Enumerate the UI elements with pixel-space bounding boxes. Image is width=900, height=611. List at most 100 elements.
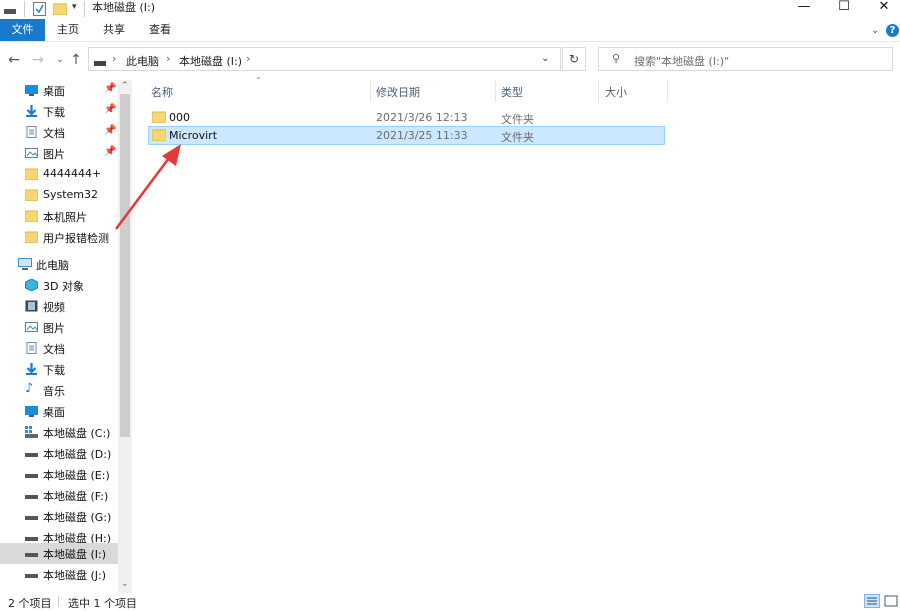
sidebar-item-label: 音乐 (43, 385, 65, 398)
drive-icon[interactable] (4, 4, 16, 14)
column-divider[interactable] (598, 80, 599, 102)
download-icon (25, 363, 38, 375)
desktop-icon (25, 405, 38, 417)
folder-icon (24, 189, 39, 202)
folder-icon (24, 168, 39, 181)
sidebar-item-label: 用户报错检测 (43, 232, 109, 245)
drive-icon (25, 468, 38, 480)
pin-icon[interactable]: 📌 (104, 83, 116, 94)
folder-icon (151, 111, 167, 124)
breadcrumb-drive-i[interactable]: 本地磁盘 (I:) (179, 53, 242, 69)
quick-access-dropdown-icon[interactable]: ▾ (72, 2, 77, 12)
music-icon: ♪ (25, 381, 34, 396)
sidebar-item-label: 下载 (43, 364, 65, 377)
close-button[interactable]: ✕ (864, 0, 900, 19)
column-divider[interactable] (667, 80, 668, 102)
sidebar-item-pictures[interactable]: 图片 📌 (0, 143, 118, 164)
divider (84, 1, 85, 17)
tab-share[interactable]: 共享 (93, 19, 135, 41)
sidebar-item-drive-d[interactable]: 本地磁盘 (D:) (0, 443, 118, 464)
sidebar-item-3d-objects[interactable]: 3D 对象 (0, 275, 118, 296)
drive-icon (25, 531, 38, 543)
scroll-up-icon[interactable]: ⌃ (121, 81, 129, 91)
document-icon (25, 342, 38, 354)
sidebar-item-this-pc[interactable]: 此电脑 (0, 254, 118, 275)
new-folder-icon[interactable] (52, 2, 68, 16)
sidebar-item-label: 文档 (43, 343, 65, 356)
sidebar-item-label: 本地磁盘 (I:) (43, 548, 107, 561)
annotation-arrow (114, 144, 181, 230)
address-bar[interactable]: › 此电脑 › 本地磁盘 (I:) › ⌄ (88, 47, 561, 71)
address-dropdown-icon[interactable]: ⌄ (541, 53, 549, 64)
sidebar-item-label: 此电脑 (36, 259, 69, 272)
sidebar-item-drive-j[interactable]: 本地磁盘 (J:) (0, 564, 118, 585)
sidebar-item-label: System32 (43, 188, 99, 201)
sidebar-item-label: 3D 对象 (43, 280, 84, 293)
sidebar-item-pictures-pc[interactable]: 图片 (0, 317, 118, 338)
large-icons-view-icon[interactable] (883, 594, 899, 608)
sidebar-item-label: 桌面 (43, 85, 65, 98)
pin-icon[interactable]: 📌 (104, 125, 116, 136)
forward-arrow-icon[interactable]: → (30, 52, 46, 68)
maximize-button[interactable]: ☐ (824, 0, 864, 19)
file-list (136, 80, 900, 593)
sidebar-item-label: 桌面 (43, 406, 65, 419)
help-icon[interactable]: ? (886, 24, 899, 37)
sidebar-item-documents-pc[interactable]: 文档 (0, 338, 118, 359)
sidebar-item-label: 文档 (43, 127, 65, 140)
video-icon (25, 300, 38, 312)
desktop-icon (25, 84, 38, 96)
sidebar-item-downloads[interactable]: 下载 📌 (0, 101, 118, 122)
back-arrow-icon[interactable]: ← (6, 52, 22, 68)
sidebar-item-drive-g[interactable]: 本地磁盘 (G:) (0, 506, 118, 527)
details-view-icon[interactable] (864, 594, 880, 608)
sidebar-item-label: 本地磁盘 (C:) (43, 427, 111, 440)
sidebar-item-drive-i[interactable]: 本地磁盘 (I:) (0, 543, 118, 564)
picture-icon (25, 321, 38, 333)
sidebar-item-error-check[interactable]: 用户报错检测 (0, 227, 118, 248)
file-row-000[interactable]: 000 2021/3/26 12:13 文件夹 (148, 108, 665, 127)
ribbon-expand-icon[interactable]: ⌄ (871, 25, 879, 36)
sidebar-item-music[interactable]: ♪ 音乐 (0, 380, 118, 401)
folder-icon (24, 210, 39, 223)
sort-ascending-icon: ⌃ (255, 76, 262, 85)
column-header-modified[interactable]: 修改日期 (376, 84, 420, 100)
minimize-button[interactable]: — (784, 0, 824, 19)
properties-icon[interactable] (33, 2, 46, 16)
tab-view[interactable]: 查看 (140, 19, 180, 41)
tab-file[interactable]: 文件 (0, 19, 45, 41)
sidebar-item-downloads-pc[interactable]: 下载 (0, 359, 118, 380)
column-header-type[interactable]: 类型 (501, 84, 523, 100)
file-row-microvirt[interactable]: Microvirt 2021/3/25 11:33 文件夹 (148, 126, 665, 145)
sidebar-item-desktop-pc[interactable]: 桌面 (0, 401, 118, 422)
column-divider[interactable] (370, 80, 371, 102)
sidebar-item-drive-c[interactable]: 本地磁盘 (C:) (0, 422, 118, 443)
sidebar-item-local-photos[interactable]: 本机照片 (0, 206, 118, 227)
search-input[interactable]: ⚲ 搜索"本地磁盘 (I:)" (598, 47, 893, 71)
sidebar-item-drive-e[interactable]: 本地磁盘 (E:) (0, 464, 118, 485)
column-header-size[interactable]: 大小 (605, 84, 627, 100)
refresh-button[interactable]: ↻ (562, 47, 586, 71)
column-divider[interactable] (495, 80, 496, 102)
drive-icon (25, 547, 38, 559)
ribbon (0, 19, 900, 42)
breadcrumb-this-pc[interactable]: 此电脑 (126, 53, 159, 69)
sidebar-item-4444444[interactable]: 4444444+ (0, 164, 118, 185)
tab-home[interactable]: 主页 (48, 19, 88, 41)
divider (58, 596, 59, 607)
drive-icon (25, 447, 38, 459)
sidebar-item-videos[interactable]: 视频 (0, 296, 118, 317)
sidebar-item-desktop[interactable]: 桌面 📌 (0, 80, 118, 101)
up-arrow-icon[interactable]: ↑ (68, 52, 84, 68)
column-header-name[interactable]: 名称 (151, 84, 173, 100)
sidebar-item-drive-f[interactable]: 本地磁盘 (F:) (0, 485, 118, 506)
divider (24, 1, 25, 17)
sidebar-item-documents[interactable]: 文档 📌 (0, 122, 118, 143)
scroll-down-icon[interactable]: ⌄ (121, 579, 129, 589)
recent-locations-icon[interactable]: ⌄ (52, 52, 68, 68)
pin-icon[interactable]: 📌 (104, 104, 116, 115)
sidebar-item-system32[interactable]: System32 (0, 185, 118, 206)
file-name: 000 (169, 111, 190, 124)
sidebar-item-label: 本机照片 (43, 211, 87, 224)
sidebar-item-label: 4444444+ (43, 167, 102, 180)
